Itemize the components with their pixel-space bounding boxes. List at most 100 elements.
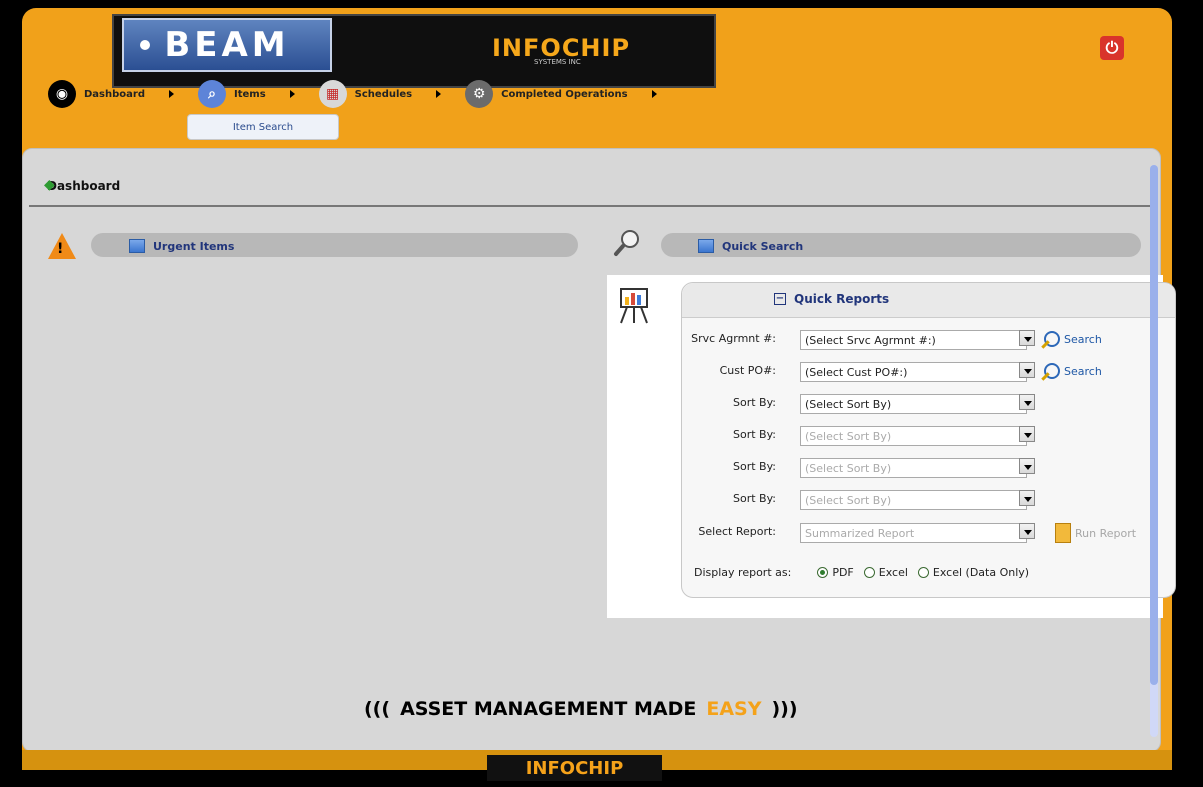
search-icon — [1044, 363, 1060, 379]
form-row-srvc-agrmnt: Srvc Agrmnt #: (Select Srvc Agrmnt #:) S… — [607, 328, 1163, 352]
nav-schedules[interactable]: ▦ Schedules — [318, 80, 413, 108]
nav-items-label: Items — [234, 88, 266, 100]
page-title-text: Dashboard — [47, 179, 121, 193]
sort-by-select-1[interactable]: (Select Sort By) — [800, 394, 1027, 414]
sort-by-label: Sort By: — [732, 460, 776, 473]
form-row-sort-by-4: Sort By: (Select Sort By) — [607, 488, 1163, 512]
sort-by-select-3[interactable]: (Select Sort By) — [800, 458, 1027, 478]
warning-mark: ! — [57, 241, 64, 257]
beam-logo: BEAM — [122, 18, 332, 72]
sort-by-select-4[interactable]: (Select Sort By) — [800, 490, 1027, 510]
srvc-agrmnt-search-link[interactable]: Search — [1044, 331, 1102, 347]
srvc-agrmnt-select[interactable]: (Select Srvc Agrmnt #:) — [800, 330, 1027, 350]
quick-reports-panel: − Quick Reports Srvc Agrmnt #: (Select S… — [607, 275, 1176, 618]
select-report-label: Select Report: — [698, 525, 776, 538]
sort-by-label: Sort By: — [732, 428, 776, 441]
report-easel-icon — [620, 288, 648, 324]
search-icon — [1044, 331, 1060, 347]
sort-by-label: Sort By: — [732, 492, 776, 505]
top-bar: BEAM INFOCHIP SYSTEMS INC ⏻ ◉ Dashboard … — [22, 8, 1172, 140]
nav-items[interactable]: ⌕ Items — [198, 80, 266, 108]
dropdown-arrow-icon[interactable] — [1019, 490, 1035, 506]
quick-reports-title-text: Quick Reports — [794, 292, 890, 306]
dropdown-arrow-icon[interactable] — [1019, 330, 1035, 346]
radio-excel-icon — [863, 567, 875, 578]
page-title: ◆ Dashboard — [44, 177, 121, 193]
radio-excel-data-only-label: Excel (Data Only) — [932, 566, 1030, 579]
sort-by-label: Sort By: — [732, 396, 776, 409]
operations-icon: ⚙ — [465, 80, 494, 108]
quick-reports-title: − Quick Reports — [774, 292, 889, 306]
dashboard-icon: ◉ — [48, 80, 76, 108]
quick-reports-header: − Quick Reports — [682, 283, 1175, 318]
tagline-right-brackets: ))) — [771, 698, 798, 720]
nav-completed-operations[interactable]: ⚙ Completed Operations — [465, 80, 628, 108]
tagline-left-brackets: ((( — [364, 698, 391, 720]
nav-arrow-icon — [651, 90, 657, 98]
item-search-link[interactable]: Item Search — [187, 114, 339, 140]
radio-excel-data-only-icon — [917, 567, 929, 578]
footer-logo: INFOCHIP — [487, 755, 662, 781]
beam-text: BEAM — [164, 25, 290, 65]
urgent-items-text: Urgent Items — [153, 239, 235, 253]
calendar-icon: ▦ — [318, 80, 347, 108]
form-row-sort-by-2: Sort By: (Select Sort By) — [607, 424, 1163, 448]
search-icon: ⌕ — [198, 80, 226, 108]
dropdown-arrow-icon[interactable] — [1019, 458, 1035, 474]
nav-arrow-icon — [169, 90, 174, 98]
tagline-accent: EASY — [706, 698, 762, 720]
quick-search-text: Quick Search — [722, 239, 804, 253]
tagline: ((( ASSET MANAGEMENT MADE EASY ))) — [364, 698, 798, 720]
radio-excel-label: Excel — [878, 566, 908, 579]
search-label: Search — [1064, 332, 1102, 346]
dropdown-arrow-icon[interactable] — [1019, 362, 1035, 378]
radio-pdf-icon — [817, 567, 829, 578]
select-report-select[interactable]: Summarized Report — [800, 523, 1027, 543]
infochip-subtitle: SYSTEMS INC — [534, 58, 581, 66]
cust-po-search-link[interactable]: Search — [1044, 363, 1102, 379]
display-report-row: Display report as: PDF Excel Excel (Data… — [694, 566, 1029, 579]
app-frame: BEAM INFOCHIP SYSTEMS INC ⏻ ◉ Dashboard … — [22, 8, 1176, 770]
magnifier-icon — [614, 230, 639, 256]
nav-dashboard-label: Dashboard — [84, 88, 145, 100]
display-report-label: Display report as: — [694, 566, 792, 579]
dropdown-arrow-icon[interactable] — [1019, 523, 1035, 539]
search-label: Search — [1064, 364, 1102, 378]
tagline-text: ASSET MANAGEMENT MADE — [400, 698, 697, 720]
srvc-agrmnt-label: Srvc Agrmnt #: — [691, 332, 776, 345]
cust-po-select[interactable]: (Select Cust PO#:) — [800, 362, 1027, 382]
urgent-items-icon — [129, 239, 145, 253]
form-row-select-report: Select Report: Summarized Report Run Rep… — [607, 521, 1163, 545]
dashboard-title-icon: ◆ — [44, 177, 55, 193]
form-row-sort-by-3: Sort By: (Select Sort By) — [607, 456, 1163, 480]
form-row-cust-po: Cust PO#: (Select Cust PO#:) Search — [607, 360, 1163, 384]
power-icon[interactable]: ⏻ — [1100, 36, 1124, 60]
radio-excel-data-only[interactable]: Excel (Data Only) — [917, 566, 1030, 579]
radio-pdf[interactable]: PDF — [817, 566, 854, 579]
item-search-label: Item Search — [232, 121, 294, 133]
nav-schedules-label: Schedules — [354, 88, 413, 100]
nav-arrow-icon — [289, 90, 295, 98]
cust-po-label: Cust PO#: — [719, 364, 776, 377]
dropdown-arrow-icon[interactable] — [1019, 394, 1035, 410]
run-report-label: Run Report — [1075, 526, 1137, 540]
radio-pdf-label: PDF — [832, 566, 854, 579]
beam-dot — [140, 40, 150, 50]
radio-excel[interactable]: Excel — [863, 566, 908, 579]
nav-completed-operations-label: Completed Operations — [501, 88, 628, 100]
display-format-options: PDF Excel Excel (Data Only) — [817, 566, 1029, 579]
scrollbar-thumb[interactable] — [1150, 165, 1158, 685]
dropdown-arrow-icon[interactable] — [1019, 426, 1035, 442]
nav-dashboard[interactable]: ◉ Dashboard — [48, 80, 145, 108]
sort-by-select-2[interactable]: (Select Sort By) — [800, 426, 1027, 446]
run-report-button[interactable]: Run Report — [1055, 523, 1136, 543]
main-nav: ◉ Dashboard ⌕ Items ▦ Schedules ⚙ Comple… — [48, 80, 657, 108]
quick-search-icon — [698, 239, 714, 253]
divider — [29, 205, 1155, 207]
nav-arrow-icon — [436, 90, 442, 98]
collapse-icon[interactable]: − — [774, 293, 786, 305]
urgent-items-label[interactable]: Urgent Items — [129, 239, 234, 253]
dashboard-content: ◆ Dashboard ! Urgent Items Quick Search — [22, 148, 1176, 752]
quick-search-label[interactable]: Quick Search — [698, 239, 803, 253]
form-row-sort-by-1: Sort By: (Select Sort By) — [607, 392, 1163, 416]
